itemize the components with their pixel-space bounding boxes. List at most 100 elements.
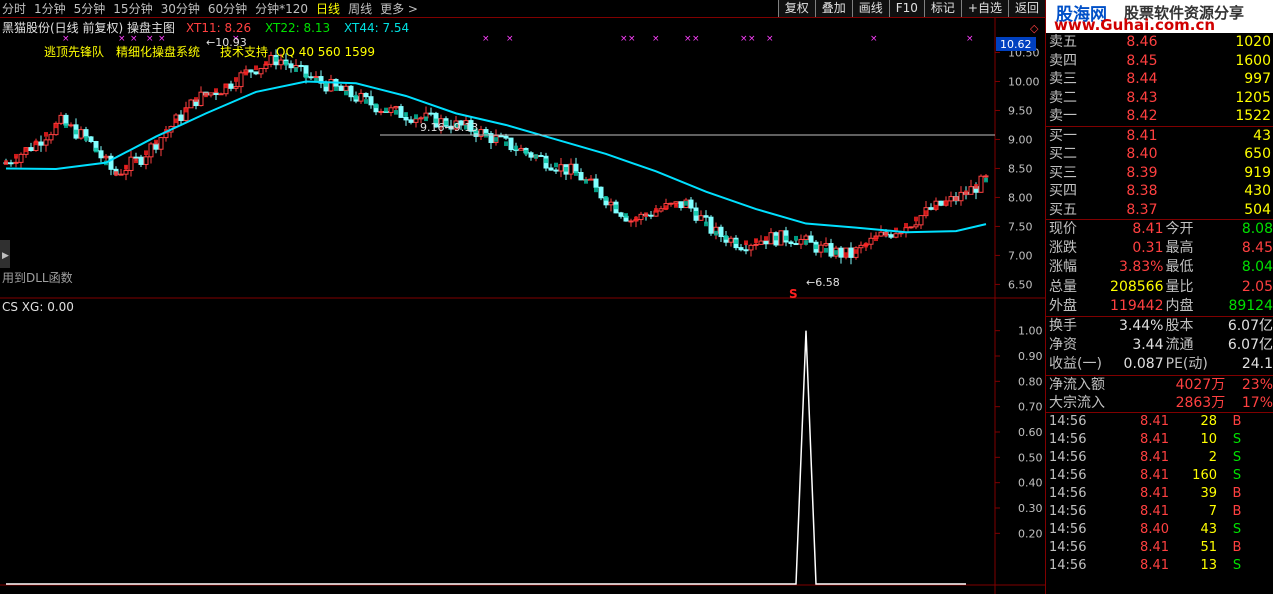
tick-price: 8.41 xyxy=(1140,539,1169,555)
bids-row: 买一 8.41 43 xyxy=(1046,127,1273,146)
annotation-high: ←10.93 xyxy=(206,36,247,49)
toolbar-button[interactable]: 画线 xyxy=(851,0,889,17)
svg-text:×: × xyxy=(506,34,514,44)
yaxis-tick-label: 6.50 xyxy=(1008,278,1033,291)
chart-canvas[interactable]: 黑猫股份(日线 前复权) 操盘主图 XT11: 8.26 XT22: 8.13 XT… xyxy=(0,18,1045,594)
toolbar-button[interactable]: +自选 xyxy=(960,0,1008,17)
quote-label: 现价 xyxy=(1049,221,1077,237)
tick-row: 14:56 8.41 13 S xyxy=(1046,557,1273,575)
quote2-row: 换手 3.44% 股本 6.07亿 xyxy=(1046,317,1273,336)
yaxis-tick-label: 8.50 xyxy=(1008,162,1033,175)
tick-side: B xyxy=(1232,539,1242,555)
fund-flow: 净流入额 4027万 23% 大宗流入 2863万 17% xyxy=(1046,376,1273,412)
chart-area[interactable]: 黑猫股份(日线 前复权) 操盘主图 XT11: 8.26 XT22: 8.13 XT… xyxy=(0,18,1045,594)
toolbar-button[interactable]: 复权 xyxy=(777,0,815,17)
asks-row: 卖三 8.44 997 xyxy=(1046,70,1273,89)
diamond-icon[interactable]: ◇ xyxy=(1030,22,1039,35)
yaxis-tick-label: 10.00 xyxy=(1008,75,1040,88)
period-tab[interactable]: 分钟*120 xyxy=(255,1,308,17)
toolbar-button[interactable]: 叠加 xyxy=(814,0,852,17)
collapse-arrow-icon[interactable]: ▶ xyxy=(2,251,9,261)
period-tab[interactable]: 5分钟 xyxy=(74,1,106,17)
asks-price: 8.45 xyxy=(1126,52,1158,69)
bids-row: 买五 8.37 504 xyxy=(1046,201,1273,220)
tick-list[interactable]: 14:56 8.41 28 B 14:56 8.41 10 S 14:56 8.41 2 S 14:56… xyxy=(1046,413,1273,575)
bids-label: 买三 xyxy=(1049,164,1077,181)
bids-label: 买二 xyxy=(1049,146,1077,162)
svg-text:×: × xyxy=(652,34,660,44)
quote-label: 内盘 xyxy=(1165,297,1194,314)
quote-value: 89124 xyxy=(1228,297,1273,314)
period-tab[interactable]: 周线 xyxy=(348,1,372,17)
current-price-tag: 10.62 xyxy=(1000,38,1032,51)
svg-text:×: × xyxy=(482,34,490,44)
tick-side: S xyxy=(1232,521,1242,537)
asks-label: 卖三 xyxy=(1049,71,1077,87)
toolbar-button[interactable]: 标记 xyxy=(923,0,961,17)
yaxis-tick-label: 9.00 xyxy=(1008,133,1033,146)
svg-text:×: × xyxy=(740,34,748,44)
svg-text:×: × xyxy=(146,34,154,44)
tool-buttons: 复权 叠加 画线 F10 标记 +自选 返回 xyxy=(777,0,1045,17)
tick-row: 14:56 8.41 28 B xyxy=(1046,413,1273,431)
bids-label: 买四 xyxy=(1049,183,1077,199)
bids-row: 买二 8.40 650 xyxy=(1046,145,1273,164)
period-tab[interactable]: 30分钟 xyxy=(161,1,200,17)
ask-book: 卖五 8.46 1020 卖四 8.45 1600 卖三 8.44 997 卖二 8.43 1205 卖… xyxy=(1046,33,1273,126)
asks-volume: 1020 xyxy=(1235,34,1271,50)
tick-price: 8.41 xyxy=(1140,431,1169,447)
tick-row: 14:56 8.41 10 S xyxy=(1046,431,1273,449)
sub-yaxis-tick-label: 0.80 xyxy=(1018,375,1043,388)
period-tab[interactable]: 15分钟 xyxy=(113,1,152,17)
quote-row: 外盘 119442 内盘 89124 xyxy=(1046,297,1273,316)
sub-yaxis-tick-label: 0.40 xyxy=(1018,477,1043,490)
quote2-row: 收益(一) 0.087 PE(动) 24.1 xyxy=(1046,355,1273,374)
asks-price: 8.43 xyxy=(1126,89,1158,106)
dll-label: 用到DLL函数 xyxy=(2,270,73,285)
tick-row: 14:56 8.41 51 B xyxy=(1046,539,1273,557)
tick-side: S xyxy=(1232,431,1242,447)
asks-label: 卖二 xyxy=(1049,89,1077,106)
quote-fundamentals: 换手 3.44% 股本 6.07亿 净资 3.44 流通 6.07亿 收益(一) 0.087 PE(… xyxy=(1046,317,1273,375)
tick-row: 14:56 8.41 2 S xyxy=(1046,449,1273,467)
tick-time: 14:56 xyxy=(1049,467,1087,483)
indicator-label: XT11: 8.26 xyxy=(186,21,251,35)
cs-xg-line xyxy=(6,330,966,585)
period-tab[interactable]: 分时 xyxy=(2,1,26,17)
tick-price: 8.41 xyxy=(1140,467,1169,483)
bids-price: 8.39 xyxy=(1126,164,1158,181)
ad-text: 精细化操盘系统 xyxy=(116,44,200,59)
ad-text: 逃顶先锋队 xyxy=(44,44,104,59)
asks-label: 卖一 xyxy=(1049,108,1077,124)
period-tab[interactable]: 1分钟 xyxy=(34,1,66,17)
quote-label: 外盘 xyxy=(1049,297,1077,314)
tick-time: 14:56 xyxy=(1049,521,1087,537)
quote2-label: 净资 xyxy=(1049,337,1077,354)
period-tab[interactable]: 60分钟 xyxy=(208,1,247,17)
bids-price: 8.37 xyxy=(1126,201,1158,218)
tick-row: 14:56 8.40 43 S xyxy=(1046,521,1273,539)
asks-volume: 1522 xyxy=(1235,108,1271,124)
more-periods-button[interactable]: 更多 > xyxy=(380,1,418,17)
svg-text:×: × xyxy=(870,34,878,44)
flow-row: 净流入额 4027万 23% xyxy=(1046,376,1273,394)
banner: 股海网 股票软件资源分享 www.Guhai.com.cn xyxy=(1046,0,1273,34)
tick-volume: 43 xyxy=(1200,521,1217,537)
quote-row: 涨跌 0.31 最高 8.45 xyxy=(1046,239,1273,258)
svg-text:×: × xyxy=(748,34,756,44)
period-tab[interactable]: 日线 xyxy=(316,1,340,17)
sub-yaxis-tick-label: 0.20 xyxy=(1018,527,1043,540)
asks-volume: 1600 xyxy=(1235,52,1271,69)
tick-time: 14:56 xyxy=(1049,431,1087,447)
toolbar-button[interactable]: F10 xyxy=(888,0,924,17)
quote2-value: 0.087 xyxy=(1123,356,1164,373)
quote-label: 量比 xyxy=(1165,278,1194,295)
bids-price: 8.41 xyxy=(1126,127,1158,144)
toolbar-button[interactable]: 返回 xyxy=(1007,0,1045,17)
flow-label: 净流入额 xyxy=(1049,376,1105,393)
quote-value: 8.08 xyxy=(1241,221,1273,237)
bids-volume: 650 xyxy=(1244,146,1271,162)
svg-text:×: × xyxy=(966,34,974,44)
tick-price: 8.41 xyxy=(1140,503,1169,519)
quote2-label: 换手 xyxy=(1049,317,1077,334)
